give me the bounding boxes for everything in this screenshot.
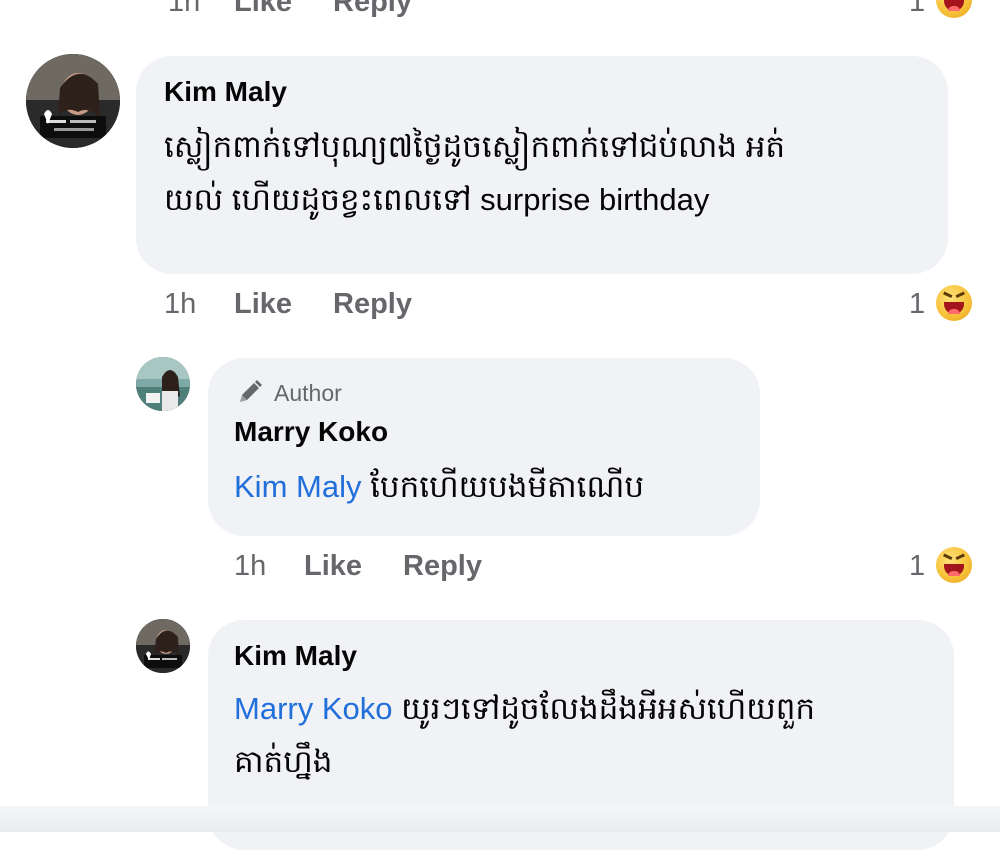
mention-link[interactable]: Kim Maly [234, 469, 361, 504]
like-link[interactable]: Like [234, 288, 292, 321]
comment-author[interactable]: Kim Maly [164, 76, 287, 108]
like-link[interactable]: Like [304, 550, 362, 583]
avatar-photo [136, 619, 190, 673]
laughing-emoji-icon[interactable] [936, 285, 972, 321]
reaction-count[interactable]: 1 [909, 288, 925, 321]
avatar[interactable] [26, 54, 120, 148]
comment-time: 1h [168, 0, 201, 18]
reaction-count[interactable]: 1 [909, 0, 925, 19]
comment-text-line: បែកហើយបងមីតាណើប [361, 469, 645, 504]
previous-comment-actions: 1h Like Reply 1 [0, 0, 1000, 20]
comment-author[interactable]: Marry Koko [234, 416, 388, 448]
reply-link[interactable]: Reply [333, 288, 412, 321]
reply-link[interactable]: Reply [333, 0, 412, 19]
avatar[interactable] [136, 619, 190, 673]
reaction-count[interactable]: 1 [909, 550, 925, 583]
mention-link[interactable]: Marry Koko [234, 691, 392, 726]
author-badge-label: Author [274, 380, 342, 406]
comment-text: Marry Koko យូរៗទៅដូចលែងដឹងអីអស់ហើយពួក គា… [234, 682, 934, 788]
avatar-photo [26, 54, 120, 148]
reply-link[interactable]: Reply [403, 550, 482, 583]
comment-bubble: Author Marry Koko Kim Maly បែកហើយបងមីតាណ… [208, 358, 760, 536]
avatar-photo [136, 357, 190, 411]
comment-text: ស្លៀកពាក់ទៅបុណ្យ៧ថ្ងៃដូចស្លៀកពាក់ទៅជប់លា… [164, 120, 934, 226]
pencil-icon [240, 380, 262, 402]
comment-text: Kim Maly បែកហើយបងមីតាណើប [234, 460, 744, 513]
comment-time: 1h [234, 550, 267, 582]
comment-time: 1h [164, 288, 197, 320]
avatar[interactable] [136, 357, 190, 411]
comment-composer-edge [0, 806, 1000, 832]
comment-text-line: យូរៗទៅដូចលែងដឹងអីអស់ហើយពួក [392, 691, 816, 726]
laughing-emoji-icon[interactable] [936, 0, 972, 18]
like-link[interactable]: Like [234, 0, 292, 19]
laughing-emoji-icon[interactable] [936, 547, 972, 583]
comment-author[interactable]: Kim Maly [234, 640, 357, 672]
comment-text-line: ស្លៀកពាក់ទៅបុណ្យ៧ថ្ងៃដូចស្លៀកពាក់ទៅជប់លា… [164, 129, 786, 164]
comment-bubble: Kim Maly ស្លៀកពាក់ទៅបុណ្យ៧ថ្ងៃដូចស្លៀកពា… [136, 56, 948, 274]
comment-text-line: គាត់ហ្នឹង [234, 744, 333, 779]
comment-text-line: យល់ ហើយដូចខ្វះពេលទៅ surprise birthday [164, 182, 710, 217]
